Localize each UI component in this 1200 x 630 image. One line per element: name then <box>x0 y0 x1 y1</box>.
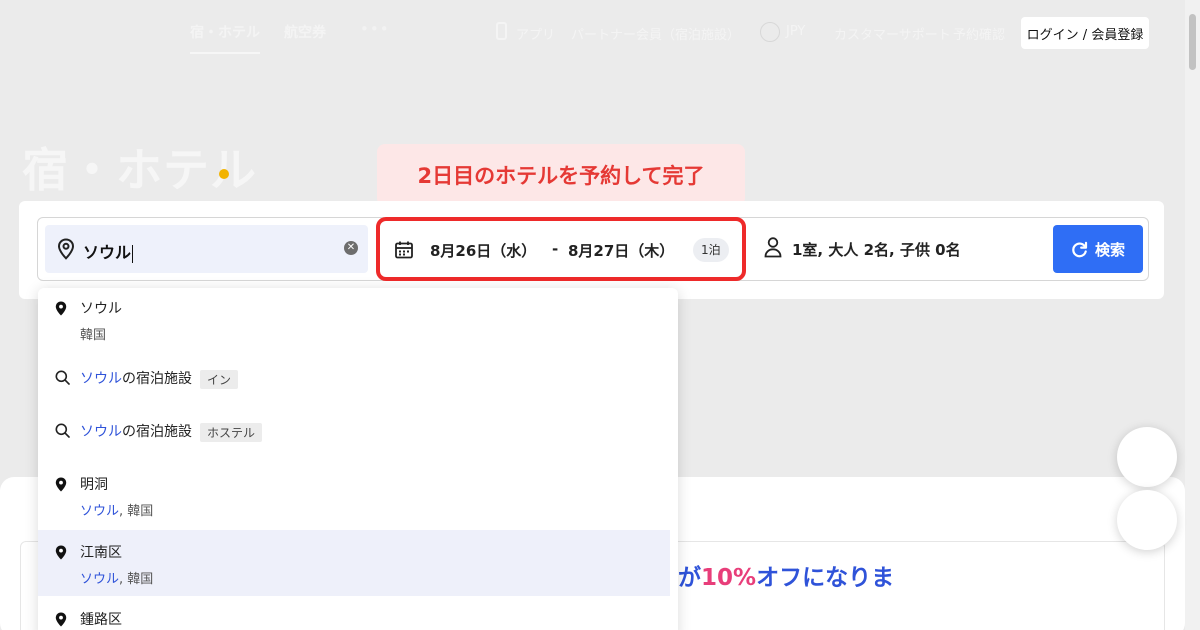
tab-hotels[interactable]: 宿・ホテル <box>190 22 260 54</box>
checkout-date[interactable]: 8月27日（木） <box>568 240 674 261</box>
top-nav: 宿・ホテル 航空券 ••• アプリ パートナー会員（宿泊施設） JPY カスタマ… <box>0 0 1185 64</box>
nights-badge: 1泊 <box>693 238 729 262</box>
phone-icon <box>496 22 507 40</box>
suggestion-subtitle: , 韓国 <box>119 572 154 587</box>
suggestion-item[interactable]: 鍾路区 <box>38 596 678 630</box>
suggestion-title: 鍾路区 <box>80 612 122 628</box>
search-icon <box>55 370 70 385</box>
booking-link[interactable]: 予約確認 <box>953 24 1005 43</box>
instruction-callout: 2日目のホテルを予約して完了 <box>377 144 745 206</box>
suggestion-item[interactable]: 明洞 ソウル, 韓国 <box>38 462 678 530</box>
page-title: 宿・ホテル <box>22 143 257 197</box>
destination-value: ソウル <box>83 243 132 262</box>
partner-link[interactable]: パートナー会員（宿泊施設） <box>571 24 740 43</box>
scrollbar-thumb[interactable] <box>1189 14 1196 70</box>
clear-icon[interactable]: ✕ <box>344 241 358 255</box>
destination-suggestions: ソウル 韓国 ソウルの宿泊施設 イン ソウルの宿泊施設 ホステル 明洞 ソウル, 韓… <box>38 288 678 630</box>
refresh-icon <box>1072 241 1088 257</box>
promo-percent: 10% <box>701 565 757 591</box>
floating-button[interactable] <box>1117 490 1177 550</box>
type-tag: ホステル <box>200 422 263 442</box>
person-icon <box>764 237 782 258</box>
suggestion-title: 江南区 <box>80 545 122 561</box>
date-range-field[interactable]: 8月26日（水） - 8月27日（木） 1泊 <box>376 217 746 281</box>
login-button[interactable]: ログイン / 会員登録 <box>1021 17 1149 49</box>
suggestion-item[interactable]: ソウル 韓国 <box>38 288 678 354</box>
more-menu[interactable]: ••• <box>360 20 390 38</box>
tab-flights[interactable]: 航空券 <box>284 22 326 42</box>
floating-button[interactable] <box>1117 427 1177 487</box>
suggestion-title: ソウル <box>80 301 122 317</box>
pin-icon <box>55 477 67 492</box>
guests-field[interactable]: 1室, 大人 2名, 子供 0名 <box>763 236 961 262</box>
suggestion-title: 明洞 <box>80 477 108 493</box>
suggestion-item[interactable]: ソウルの宿泊施設 ホステル <box>38 408 678 462</box>
suggestion-subtitle: 韓国 <box>80 328 107 343</box>
suggestion-title: の宿泊施設 <box>122 424 192 440</box>
suggestion-highlight: ソウル <box>80 504 120 519</box>
promo-text: 約が10%オフになりま <box>655 558 894 592</box>
suggestion-item[interactable]: ソウルの宿泊施設 イン <box>38 354 678 408</box>
text-caret <box>132 244 134 263</box>
calendar-icon <box>395 241 413 259</box>
suggestion-highlight: ソウル <box>80 572 120 587</box>
search-icon <box>55 423 70 438</box>
suggestion-highlight: ソウル <box>80 424 122 440</box>
scrollbar[interactable] <box>1185 0 1200 630</box>
date-separator: - <box>552 240 559 258</box>
type-tag: イン <box>200 369 239 389</box>
pin-icon <box>55 545 67 560</box>
suggestion-item-highlighted[interactable]: 江南区 ソウル, 韓国 <box>38 530 670 596</box>
currency-selector[interactable]: JPY <box>786 24 805 39</box>
app-link[interactable]: アプリ <box>516 24 555 43</box>
title-dot <box>219 169 229 179</box>
search-button-label: 検索 <box>1094 240 1125 259</box>
checkin-date[interactable]: 8月26日（水） <box>430 240 536 261</box>
location-pin-icon <box>57 238 75 260</box>
currency-icon <box>760 22 780 42</box>
pin-icon <box>55 612 67 627</box>
suggestion-highlight: ソウル <box>80 371 122 387</box>
destination-field[interactable]: ソウル ✕ <box>45 225 368 273</box>
destination-input[interactable]: ソウル <box>83 239 134 263</box>
support-link[interactable]: カスタマーサポート <box>834 24 951 43</box>
search-button[interactable]: 検索 <box>1053 225 1143 273</box>
pin-icon <box>55 301 67 316</box>
promo-suffix: オフになりま <box>756 565 895 591</box>
suggestion-subtitle: , 韓国 <box>119 504 154 519</box>
suggestion-title: の宿泊施設 <box>122 371 192 387</box>
guests-value: 1室, 大人 2名, 子供 0名 <box>792 241 961 259</box>
